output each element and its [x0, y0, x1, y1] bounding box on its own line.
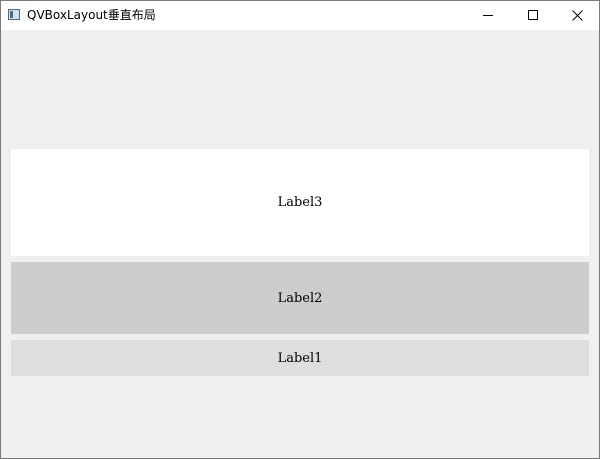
label-3: Label3: [11, 149, 589, 256]
maximize-button[interactable]: [510, 1, 556, 30]
close-icon: [572, 10, 583, 21]
label-3-text: Label3: [277, 195, 323, 210]
label-2-text: Label2: [277, 290, 323, 306]
maximize-icon: [528, 10, 538, 20]
label-2: Label2: [11, 262, 589, 334]
window-title: QVBoxLayout垂直布局: [27, 8, 156, 22]
window-icon[interactable]: [8, 9, 20, 20]
vbox-layout-area: Label3 Label2 Label1: [1, 30, 599, 458]
main-window: QVBoxLayout垂直布局 Label3 Label2 Label1: [0, 0, 600, 459]
minimize-icon: [483, 15, 493, 16]
close-button[interactable]: [555, 1, 599, 30]
label-1: Label1: [11, 340, 589, 376]
label-1-text: Label1: [277, 350, 323, 366]
minimize-button[interactable]: [465, 1, 511, 30]
title-bar[interactable]: QVBoxLayout垂直布局: [1, 1, 599, 30]
